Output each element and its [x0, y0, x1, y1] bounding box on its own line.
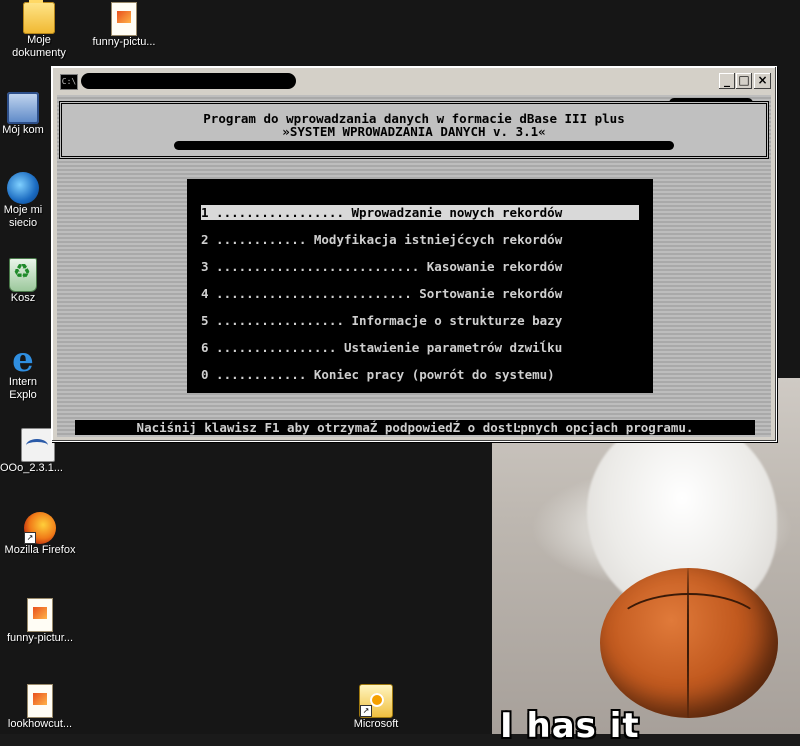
menu-item-4[interactable]: 4 .......................... Sortowanie …	[201, 286, 639, 301]
desktop-icon-label: Kosz	[10, 292, 36, 304]
network-icon	[7, 172, 39, 204]
image-file-icon	[27, 598, 53, 632]
menu-item-1[interactable]: 1 ................. Wprowadzanie nowych …	[201, 205, 639, 220]
desktop-icon-internet-explorer[interactable]: e Intern Explo	[0, 344, 50, 402]
menu-item-0[interactable]: 0 ............ Koniec pracy (powrót do s…	[201, 367, 639, 382]
internet-explorer-icon: e	[12, 344, 34, 380]
main-menu: 1 ................. Wprowadzanie nowych …	[187, 179, 653, 393]
folder-icon	[23, 0, 55, 34]
menu-item-6[interactable]: 6 ................ Ustawienie parametrów…	[201, 340, 639, 355]
shortcut-arrow-icon: ↗	[360, 705, 372, 717]
wallpaper-caption: I has it	[500, 706, 640, 746]
image-file-icon	[111, 2, 137, 36]
desktop-icon-label: Mozilla Firefox	[4, 544, 76, 556]
window-titlebar[interactable]: C:\ _ □ ×	[55, 70, 773, 92]
desktop-icon-lookhowcute[interactable]: lookhowcut...	[0, 684, 82, 731]
menu-item-3[interactable]: 3 ........................... Kasowanie …	[201, 259, 639, 274]
desktop-icon-firefox[interactable]: ↗ Mozilla Firefox	[0, 512, 82, 557]
minimize-button[interactable]: _	[719, 73, 735, 89]
shortcut-arrow-icon: ↗	[24, 532, 36, 544]
desktop-icon-my-computer[interactable]: Mój kom	[0, 92, 50, 137]
desktop-icon-recycle-bin[interactable]: Kosz	[0, 258, 50, 305]
firefox-icon: ↗	[24, 512, 56, 544]
console-screen[interactable]: Program do wprowadzania danych w formaci…	[57, 95, 771, 437]
outlook-icon: ↗	[359, 684, 393, 718]
console-window[interactable]: C:\ _ □ × Program do wprowadzania danych…	[51, 66, 777, 442]
close-button[interactable]: ×	[754, 73, 771, 89]
desktop-icon-label: funny-pictur...	[6, 632, 74, 644]
desktop-icon-label: Mój kom	[2, 124, 44, 136]
ball-seam	[687, 568, 689, 718]
redacted-area	[174, 141, 674, 150]
desktop-icon-label: lookhowcut...	[7, 718, 73, 730]
image-file-icon	[27, 684, 53, 718]
desktop-icon-label: Microsoft	[353, 718, 399, 730]
desktop-icon-label: OOo_2.3.1...	[0, 462, 63, 474]
menu-item-5[interactable]: 5 ................. Informacje o struktu…	[201, 313, 639, 328]
desktop-icon-funny-pictures-2[interactable]: funny-pictur...	[0, 598, 82, 645]
desktop-icon-my-documents[interactable]: Moje dokumenty	[0, 0, 81, 60]
desktop-icon-label: funny-pictu...	[92, 36, 156, 48]
computer-icon	[7, 92, 39, 124]
program-subtitle: »SYSTEM WPROWADZANIA DANYCH v. 3.1«	[282, 124, 546, 139]
desktop-icon-network[interactable]: Moje mi siecio	[0, 172, 50, 230]
console-icon[interactable]: C:\	[60, 74, 78, 90]
desktop-icon-funny-pictures-1[interactable]: funny-pictu...	[82, 2, 166, 49]
desktop-icon-label: Moje mi siecio	[3, 204, 43, 229]
recycle-bin-icon	[9, 258, 37, 292]
desktop-icon-label: Moje dokumenty	[12, 34, 66, 59]
desktop-icon-microsoft-outlook[interactable]: ↗ Microsoft	[334, 684, 418, 731]
menu-item-2[interactable]: 2 ............ Modyfikacja istniejćcych …	[201, 232, 639, 247]
window-title-redacted	[81, 73, 296, 89]
ball-seam	[612, 593, 766, 667]
maximize-button[interactable]: □	[736, 73, 752, 89]
openoffice-icon	[21, 428, 55, 462]
program-header: Program do wprowadzania danych w formaci…	[59, 101, 769, 159]
help-status-line: Naciśnij klawisz F1 aby otrzymaŹ podpowi…	[75, 420, 755, 435]
